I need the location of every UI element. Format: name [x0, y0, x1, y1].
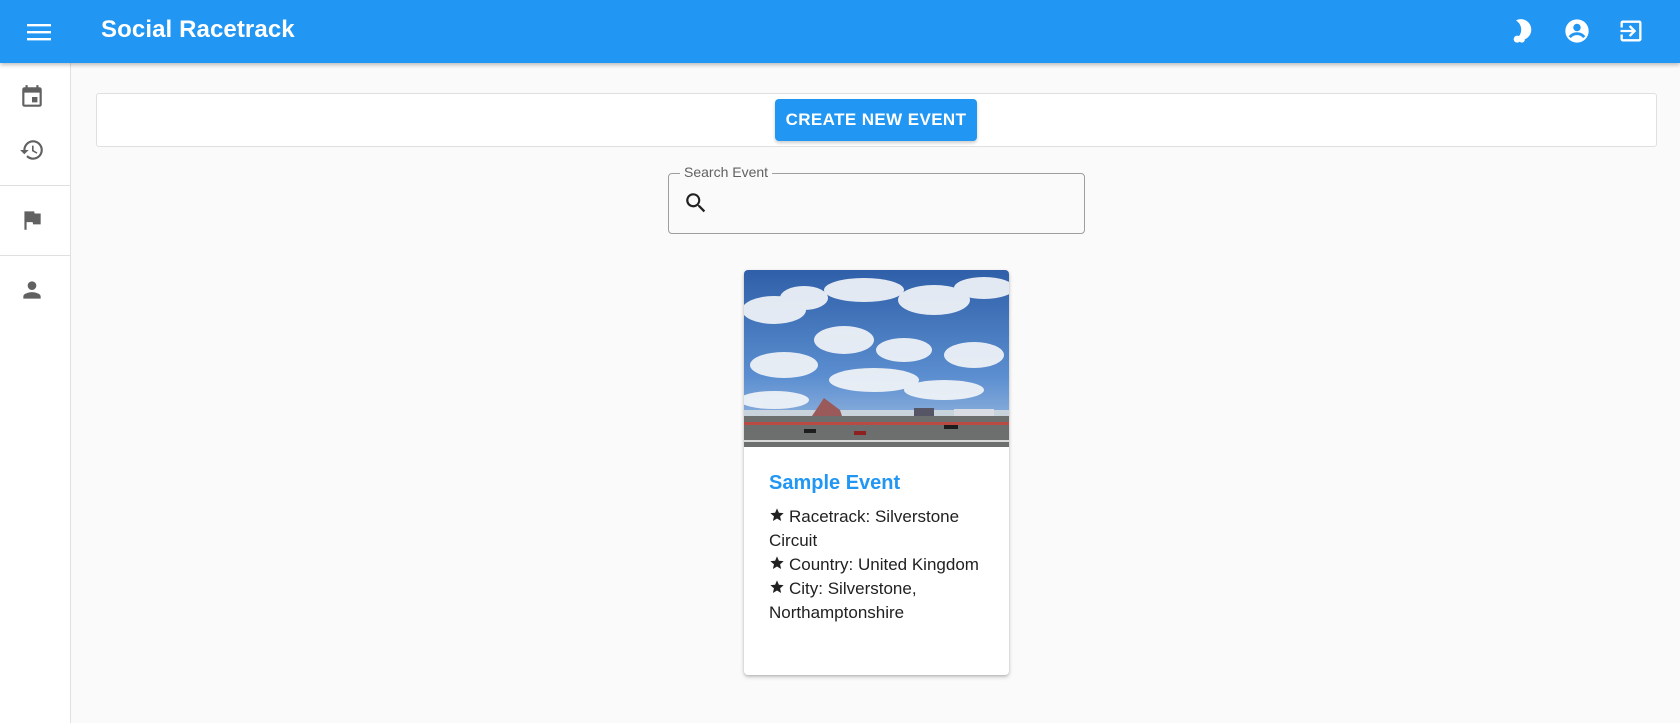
nav-item-history[interactable]: [17, 135, 47, 165]
app-bar: Social Racetrack: [0, 0, 1680, 63]
event-details: Racetrack: Silverstone Circuit Country: …: [769, 505, 989, 625]
nav-item-calendar[interactable]: [17, 82, 47, 112]
nav-divider: [0, 185, 70, 186]
account-circle-icon: [1565, 19, 1589, 43]
nav-divider: [0, 255, 70, 256]
event-racetrack-text: Racetrack: Silverstone Circuit: [769, 507, 960, 550]
search-label: Search Event: [680, 164, 773, 180]
nav-item-profile[interactable]: [17, 275, 47, 305]
theme-toggle-icon: [1513, 19, 1532, 43]
search-icon: [686, 193, 706, 213]
star-icon: [770, 580, 784, 593]
menu-button[interactable]: [20, 15, 58, 49]
star-icon: [770, 508, 784, 521]
create-new-event-button[interactable]: CREATE NEW EVENT: [775, 99, 977, 141]
event-country: Country: United Kingdom: [769, 553, 989, 577]
theme-toggle-button[interactable]: [1508, 16, 1538, 46]
event-city: City: Silverstone, Northamptonshire: [769, 577, 989, 625]
app-title: Social Racetrack: [101, 16, 295, 43]
calendar-icon: [22, 85, 42, 107]
logout-icon: [1620, 20, 1642, 42]
flag-icon: [24, 211, 41, 230]
event-country-text: Country: United Kingdom: [789, 555, 979, 574]
person-icon: [23, 281, 41, 299]
hamburger-menu-icon: [27, 24, 51, 41]
search-input[interactable]: [721, 186, 1075, 222]
event-racetrack: Racetrack: Silverstone Circuit: [769, 505, 989, 553]
search-field[interactable]: Search Event: [668, 164, 1085, 234]
event-city-text: City: Silverstone, Northamptonshire: [769, 579, 917, 622]
header-actions: [1508, 16, 1646, 46]
history-icon: [20, 140, 43, 160]
event-photo: [744, 270, 1009, 447]
account-button[interactable]: [1562, 16, 1592, 46]
nav-item-racetracks[interactable]: [17, 205, 47, 235]
logout-button[interactable]: [1616, 16, 1646, 46]
nav-rail: [0, 63, 71, 723]
star-icon: [770, 556, 784, 569]
event-card[interactable]: Sample Event Racetrack: Silverstone Circ…: [744, 270, 1009, 675]
event-title[interactable]: Sample Event: [769, 472, 900, 495]
